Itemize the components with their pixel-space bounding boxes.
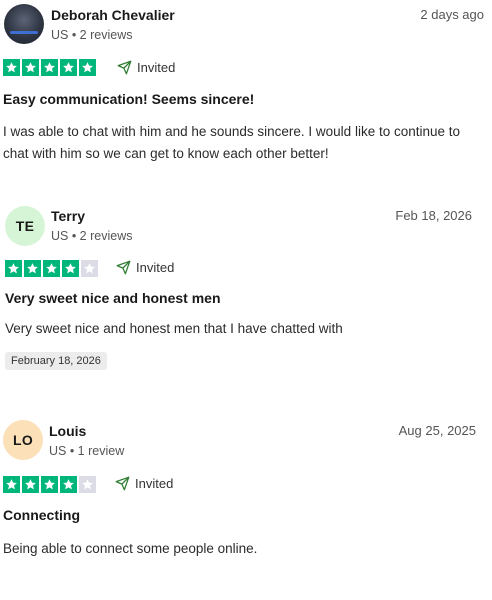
- paper-plane-icon: [116, 260, 131, 275]
- avatar-initials: LO: [12, 432, 34, 448]
- reviewer-meta: US • 2 reviews: [51, 229, 133, 243]
- avatar[interactable]: [4, 4, 44, 44]
- review-title: Very sweet nice and honest men: [5, 290, 221, 306]
- star-icon: [41, 476, 58, 493]
- star-icon: [62, 260, 79, 277]
- paper-plane-icon: [115, 476, 130, 491]
- star-icon: [3, 476, 20, 493]
- review-body: Very sweet nice and honest men that I ha…: [5, 321, 343, 336]
- invited-badge[interactable]: Invited: [116, 260, 174, 275]
- star-icon: [22, 476, 39, 493]
- star-icon: [60, 476, 77, 493]
- review-date: 2 days ago: [420, 7, 484, 22]
- invited-label: Invited: [137, 60, 176, 75]
- reviewer-meta: US • 2 reviews: [51, 28, 133, 42]
- paper-plane-icon: [117, 60, 132, 75]
- reviewer-meta: US • 1 review: [49, 444, 125, 458]
- reviewer-name[interactable]: Deborah Chevalier: [51, 7, 175, 23]
- star-rating: [5, 260, 98, 277]
- star-icon: [79, 476, 96, 493]
- star-icon: [24, 260, 41, 277]
- review-title: Easy communication! Seems sincere!: [3, 91, 255, 107]
- star-rating: [3, 59, 96, 76]
- review-date: Feb 18, 2026: [395, 208, 472, 223]
- star-icon: [22, 59, 39, 76]
- avatar-initials: TE: [15, 218, 35, 234]
- star-icon: [79, 59, 96, 76]
- invited-label: Invited: [136, 260, 175, 275]
- star-icon: [81, 260, 98, 277]
- review-body: Being able to connect some people online…: [3, 541, 258, 556]
- star-icon: [60, 59, 77, 76]
- star-rating: [3, 476, 96, 493]
- invited-label: Invited: [135, 476, 174, 491]
- star-icon: [43, 260, 60, 277]
- reviewer-name[interactable]: Louis: [49, 423, 86, 439]
- invited-badge[interactable]: Invited: [117, 60, 175, 75]
- invited-badge[interactable]: Invited: [115, 476, 173, 491]
- review-title: Connecting: [3, 507, 80, 523]
- avatar[interactable]: TE: [5, 206, 45, 246]
- reviewer-name[interactable]: Terry: [51, 208, 85, 224]
- review-body: I was able to chat with him and he sound…: [3, 124, 461, 161]
- experience-date-badge: February 18, 2026: [5, 352, 107, 370]
- review-date: Aug 25, 2025: [398, 423, 476, 438]
- avatar[interactable]: LO: [3, 420, 43, 460]
- star-icon: [41, 59, 58, 76]
- star-icon: [3, 59, 20, 76]
- star-icon: [5, 260, 22, 277]
